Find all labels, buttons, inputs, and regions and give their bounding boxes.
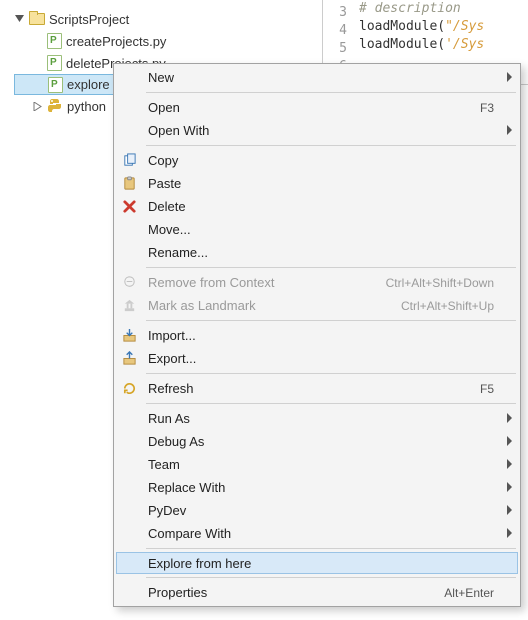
menu-accel: Alt+Enter bbox=[444, 586, 494, 600]
menu-separator bbox=[146, 267, 516, 268]
menu-separator bbox=[146, 577, 516, 578]
menu-item-import[interactable]: Import... bbox=[116, 324, 518, 347]
menu-item-properties[interactable]: Properties Alt+Enter bbox=[116, 581, 518, 604]
menu-item-move[interactable]: Move... bbox=[116, 218, 518, 241]
menu-item-delete[interactable]: Delete bbox=[116, 195, 518, 218]
tree-project-row[interactable]: ScriptsProject bbox=[14, 8, 320, 30]
menu-separator bbox=[146, 548, 516, 549]
submenu-arrow-icon bbox=[507, 528, 512, 538]
menu-item-open-with[interactable]: Open With bbox=[116, 119, 518, 142]
menu-item-compare-with[interactable]: Compare With bbox=[116, 522, 518, 545]
submenu-arrow-icon bbox=[507, 482, 512, 492]
landmark-icon bbox=[121, 297, 137, 313]
line-number: 5 bbox=[323, 40, 347, 58]
tree-file-row[interactable]: createProjects.py bbox=[14, 30, 320, 52]
refresh-icon bbox=[121, 380, 137, 396]
menu-separator bbox=[146, 145, 516, 146]
menu-item-mark-landmark: Mark as Landmark Ctrl+Alt+Shift+Up bbox=[116, 294, 518, 317]
menu-item-open[interactable]: Open F3 bbox=[116, 96, 518, 119]
expander-open-icon[interactable] bbox=[14, 14, 25, 25]
menu-separator bbox=[146, 373, 516, 374]
python-file-icon bbox=[47, 33, 62, 49]
menu-item-team[interactable]: Team bbox=[116, 453, 518, 476]
menu-item-paste[interactable]: Paste bbox=[116, 172, 518, 195]
project-folder-icon bbox=[29, 11, 45, 27]
menu-separator bbox=[146, 92, 516, 93]
code-line: # description bbox=[359, 0, 461, 18]
export-icon bbox=[121, 350, 137, 366]
code-line: loadModule('/Sys bbox=[359, 36, 484, 54]
menu-item-new[interactable]: New bbox=[116, 66, 518, 89]
context-menu: New Open F3 Open With Copy Paste Delete … bbox=[113, 63, 521, 607]
folder-label: python bbox=[67, 99, 106, 114]
submenu-arrow-icon bbox=[507, 459, 512, 469]
submenu-arrow-icon bbox=[507, 72, 512, 82]
menu-item-remove-context: Remove from Context Ctrl+Alt+Shift+Down bbox=[116, 271, 518, 294]
menu-separator bbox=[146, 403, 516, 404]
paste-icon bbox=[121, 175, 137, 191]
copy-icon bbox=[121, 152, 137, 168]
python-module-icon bbox=[47, 98, 63, 114]
python-file-icon bbox=[48, 77, 63, 93]
line-number: 4 bbox=[323, 22, 347, 40]
submenu-arrow-icon bbox=[507, 125, 512, 135]
menu-item-pydev[interactable]: PyDev bbox=[116, 499, 518, 522]
delete-icon bbox=[121, 198, 137, 214]
submenu-arrow-icon bbox=[507, 505, 512, 515]
menu-item-run-as[interactable]: Run As bbox=[116, 407, 518, 430]
python-file-icon bbox=[47, 55, 62, 71]
menu-item-explore-from-here[interactable]: Explore from here bbox=[116, 552, 518, 574]
menu-accel: F3 bbox=[480, 101, 494, 115]
menu-item-export[interactable]: Export... bbox=[116, 347, 518, 370]
project-label: ScriptsProject bbox=[49, 12, 129, 27]
import-icon bbox=[121, 327, 137, 343]
menu-item-refresh[interactable]: Refresh F5 bbox=[116, 377, 518, 400]
menu-item-copy[interactable]: Copy bbox=[116, 149, 518, 172]
submenu-arrow-icon bbox=[507, 413, 512, 423]
remove-context-icon bbox=[121, 274, 137, 290]
menu-item-debug-as[interactable]: Debug As bbox=[116, 430, 518, 453]
expander-closed-icon[interactable] bbox=[32, 101, 43, 112]
file-label: createProjects.py bbox=[66, 34, 166, 49]
menu-separator bbox=[146, 320, 516, 321]
menu-accel: F5 bbox=[480, 382, 494, 396]
line-number: 3 bbox=[323, 4, 347, 22]
file-label: explore bbox=[67, 77, 110, 92]
menu-accel: Ctrl+Alt+Shift+Down bbox=[386, 276, 494, 290]
menu-item-rename[interactable]: Rename... bbox=[116, 241, 518, 264]
code-line: loadModule("/Sys bbox=[359, 18, 484, 36]
menu-item-replace-with[interactable]: Replace With bbox=[116, 476, 518, 499]
menu-accel: Ctrl+Alt+Shift+Up bbox=[401, 299, 494, 313]
submenu-arrow-icon bbox=[507, 436, 512, 446]
